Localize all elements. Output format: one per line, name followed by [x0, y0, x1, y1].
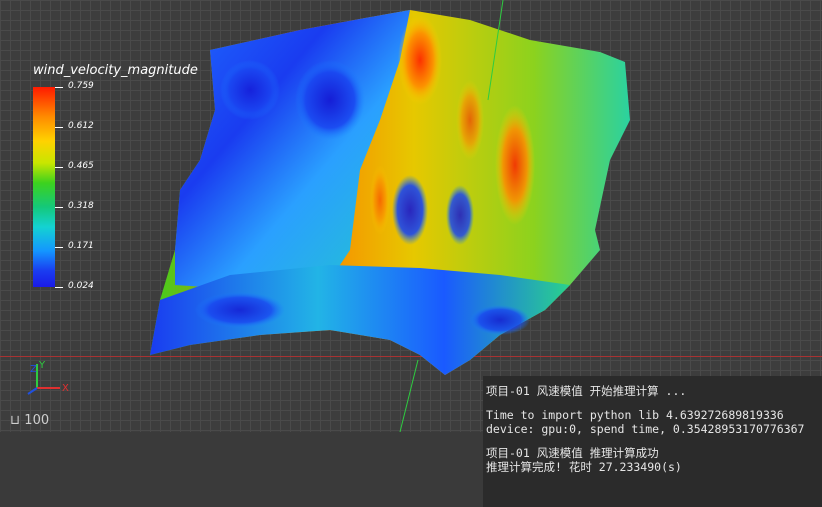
tick-mark: [55, 207, 63, 208]
tick-label: 0.318: [68, 201, 94, 211]
legend-title: wind_velocity_magnitude: [33, 63, 198, 78]
zoom-value: 100: [24, 413, 50, 428]
valley-bottom-left: [195, 292, 285, 328]
valley-upper: [295, 60, 365, 140]
tick-label: 0.612: [68, 121, 94, 131]
zoom-indicator: ⊔ 100: [10, 413, 49, 428]
z-axis-label: Z: [30, 364, 37, 375]
tick-mark: [55, 87, 63, 88]
hotspot-center: [456, 80, 484, 160]
3d-viewport[interactable]: wind_velocity_magnitude 0.759 0.612 0.46…: [0, 0, 822, 432]
orientation-axes-widget: Y X Z: [27, 360, 69, 395]
z-axis-arrow: [27, 387, 38, 395]
valley-far-left: [220, 60, 280, 120]
hotspot-ridge: [495, 105, 535, 225]
valley-bottom-right: [470, 305, 530, 335]
y-axis-label: Y: [38, 360, 46, 371]
console-line: 项目-01 风速模值 推理计算成功: [486, 446, 659, 460]
x-axis-label: X: [62, 383, 69, 394]
color-scale-bar: [33, 87, 55, 287]
tick-mark: [55, 287, 63, 288]
console-line: 推理计算完成! 花时 27.233490(s): [486, 460, 682, 474]
tick-label-max: 0.759: [68, 81, 94, 91]
tick-label: 0.465: [68, 161, 94, 171]
valley-right: [446, 185, 474, 245]
valley-center: [392, 175, 428, 245]
tick-mark: [55, 247, 63, 248]
console-line: device: gpu:0, spend time, 0.35428953170…: [486, 422, 805, 436]
tick-label: 0.171: [68, 241, 94, 251]
y-axis-line-bottom: [399, 359, 419, 432]
hotspot-peak: [398, 15, 442, 105]
console-line: Time to import python lib 4.639272689819…: [486, 408, 784, 422]
tick-mark: [55, 167, 63, 168]
hotspot-left: [370, 165, 390, 235]
console-output-panel[interactable]: 项目-01 风速模值 开始推理计算 ... Time to import pyt…: [483, 376, 822, 507]
zoom-icon: ⊔: [10, 413, 21, 428]
tick-label-min: 0.024: [68, 281, 94, 291]
tick-mark: [55, 127, 63, 128]
console-line: 项目-01 风速模值 开始推理计算 ...: [486, 384, 687, 398]
